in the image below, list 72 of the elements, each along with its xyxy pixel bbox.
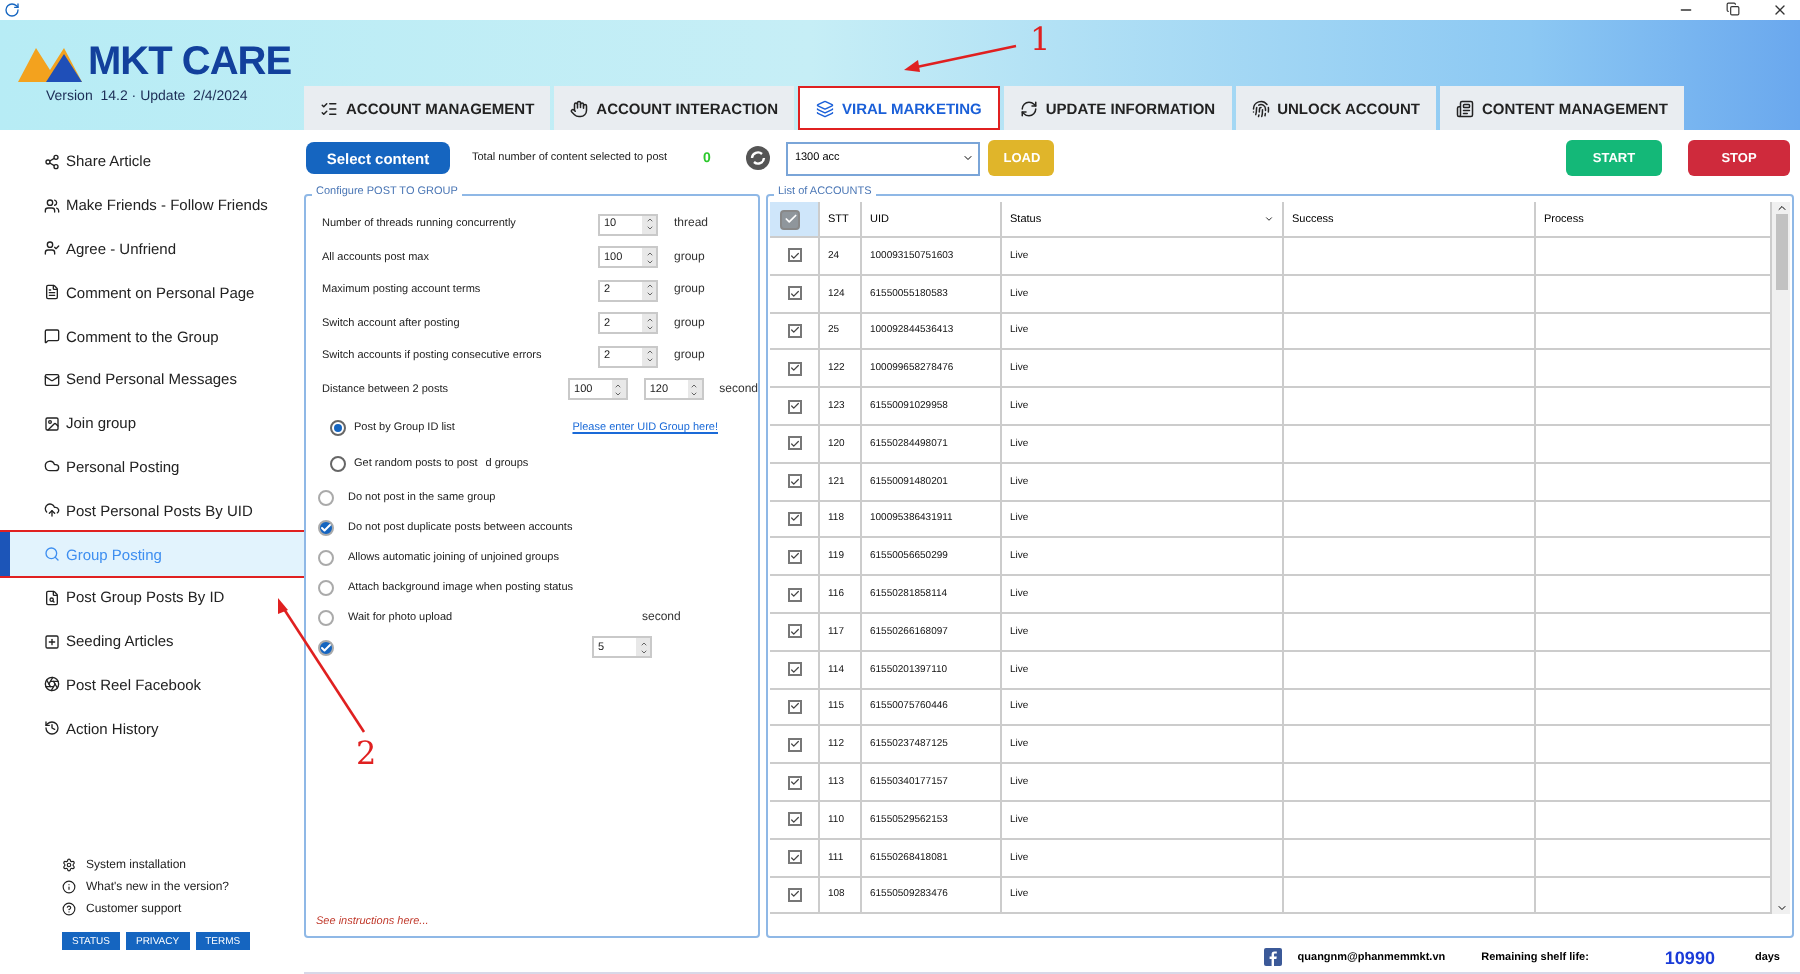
settings-icon xyxy=(62,858,76,872)
spinner-arrows-icon[interactable] xyxy=(636,638,650,656)
checkbox[interactable] xyxy=(318,489,334,505)
cloud-upload-icon xyxy=(44,502,60,519)
row-checkbox[interactable] xyxy=(787,474,801,489)
days-count: 10990 xyxy=(1664,947,1715,967)
spinner-arrows-icon[interactable] xyxy=(642,215,656,234)
annotation-arrow xyxy=(278,598,366,733)
checkbox[interactable] xyxy=(318,519,334,535)
image-icon xyxy=(44,415,60,432)
row-checkbox[interactable] xyxy=(787,812,801,827)
sort-icon xyxy=(1264,214,1274,224)
user-check-icon xyxy=(44,240,60,257)
spinner-arrows-icon[interactable] xyxy=(642,248,656,267)
dropdown-icon xyxy=(962,152,975,164)
spinner-arrows-icon[interactable] xyxy=(687,380,702,399)
row-checkbox[interactable] xyxy=(787,399,801,414)
row-checkbox[interactable] xyxy=(787,436,801,451)
spinner-arrows-icon[interactable] xyxy=(642,314,656,333)
info-icon xyxy=(62,880,76,894)
people-icon xyxy=(44,197,60,214)
spinner-arrows-icon[interactable] xyxy=(611,380,626,399)
row-checkbox[interactable] xyxy=(787,511,801,526)
row-checkbox[interactable] xyxy=(787,624,801,639)
radio-button[interactable] xyxy=(330,420,346,436)
radio-button[interactable] xyxy=(330,456,346,472)
logo-text: MKT CARE xyxy=(88,40,292,86)
row-checkbox[interactable] xyxy=(787,737,801,752)
spinner-arrows-icon[interactable] xyxy=(642,281,656,300)
scrollbar[interactable] xyxy=(1772,202,1790,915)
row-checkbox[interactable] xyxy=(787,549,801,564)
row-checkbox[interactable] xyxy=(787,699,801,714)
checkbox[interactable] xyxy=(318,549,334,565)
document-icon xyxy=(44,284,60,301)
cloud-icon xyxy=(44,458,60,475)
annotation-number: 2 xyxy=(356,734,377,772)
row-checkbox[interactable] xyxy=(787,662,801,677)
select-all-checkbox[interactable] xyxy=(780,209,800,229)
row-checkbox[interactable] xyxy=(787,323,801,338)
row-checkbox[interactable] xyxy=(787,775,801,790)
list-icon xyxy=(320,99,338,117)
refresh-icon[interactable] xyxy=(746,146,771,170)
restore-icon[interactable] xyxy=(1726,2,1740,16)
checkbox[interactable] xyxy=(318,639,334,655)
refresh-icon xyxy=(1019,99,1038,117)
help-icon xyxy=(62,902,76,916)
hand-icon xyxy=(570,99,589,117)
checkbox[interactable] xyxy=(318,609,334,625)
row-checkbox[interactable] xyxy=(787,587,801,602)
search-icon xyxy=(44,546,60,563)
annotation-number: 1 xyxy=(1030,20,1051,58)
app-icon xyxy=(4,2,20,18)
row-checkbox[interactable] xyxy=(787,248,801,263)
search-document-icon xyxy=(44,589,60,606)
checkbox[interactable] xyxy=(318,579,334,595)
scroll-down-icon[interactable] xyxy=(1775,902,1787,915)
row-checkbox[interactable] xyxy=(787,286,801,301)
fingerprint-icon xyxy=(1251,99,1270,117)
close-icon[interactable] xyxy=(1772,2,1788,18)
row-checkbox[interactable] xyxy=(787,850,801,865)
document-icon xyxy=(1455,99,1474,117)
annotation-arrow xyxy=(904,44,1017,72)
facebook-icon xyxy=(1263,948,1282,966)
mail-icon xyxy=(44,371,60,388)
row-checkbox[interactable] xyxy=(787,887,801,902)
scroll-up-icon[interactable] xyxy=(1775,202,1787,214)
aperture-icon xyxy=(44,676,60,693)
row-checkbox[interactable] xyxy=(787,361,801,376)
spinner-arrows-icon[interactable] xyxy=(642,347,656,366)
plus-icon xyxy=(44,633,60,650)
chat-icon xyxy=(44,328,60,345)
history-icon xyxy=(44,720,60,737)
